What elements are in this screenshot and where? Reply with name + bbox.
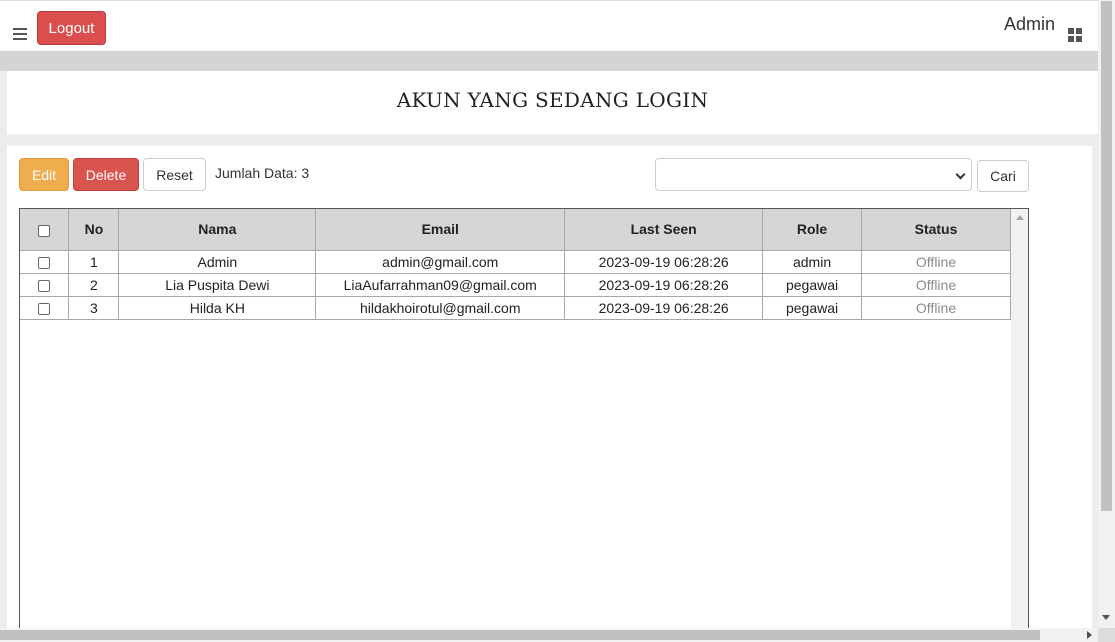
page-horizontal-scrollbar[interactable] — [0, 628, 1098, 642]
reset-button[interactable]: Reset — [143, 158, 206, 191]
cell-role: pegawai — [762, 295, 863, 320]
logout-button[interactable]: Logout — [37, 11, 106, 45]
column-header-status[interactable]: Status — [861, 209, 1011, 251]
row-select-cell — [20, 272, 70, 297]
title-panel: AKUN YANG SEDANG LOGIN — [7, 71, 1098, 134]
row-checkbox[interactable] — [38, 279, 51, 292]
cell-last-seen: 2023-09-19 06:28:26 — [564, 272, 764, 297]
table-row[interactable]: 1 Admin admin@gmail.com 2023-09-19 06:28… — [20, 249, 1011, 274]
cell-status: Offline — [861, 249, 1011, 274]
row-select-cell — [20, 295, 70, 320]
column-header-no[interactable]: No — [68, 209, 120, 251]
search-button[interactable]: Cari — [977, 160, 1029, 192]
table-header-row: No Nama Email Last Seen Role Status — [20, 209, 1011, 251]
cell-no: 2 — [68, 272, 120, 297]
table-row[interactable]: 2 Lia Puspita Dewi LiaAufarrahman09@gmai… — [20, 272, 1011, 297]
row-checkbox[interactable] — [38, 302, 51, 315]
data-count: Jumlah Data: 3 — [215, 165, 310, 181]
top-bar: Logout Admin — [0, 0, 1098, 51]
cell-status: Offline — [861, 295, 1011, 320]
edit-button[interactable]: Edit — [19, 158, 69, 191]
cell-role: pegawai — [762, 272, 863, 297]
select-all-cell — [20, 209, 70, 251]
scroll-up-icon[interactable] — [1016, 215, 1024, 220]
select-all-checkbox[interactable] — [38, 224, 51, 237]
cell-role: admin — [762, 249, 863, 274]
cell-no: 3 — [68, 295, 120, 320]
cell-email: admin@gmail.com — [315, 249, 566, 274]
cell-nama: Lia Puspita Dewi — [118, 272, 317, 297]
horizontal-scroll-thumb[interactable] — [0, 630, 1040, 640]
cell-status: Offline — [861, 272, 1011, 297]
search-select[interactable] — [655, 158, 972, 191]
row-select-cell — [20, 249, 70, 274]
user-name[interactable]: Admin — [1004, 14, 1055, 35]
table-row[interactable]: 3 Hilda KH hildakhoirotul@gmail.com 2023… — [20, 295, 1011, 320]
user-table: No Nama Email Last Seen Role Status 1 Ad… — [19, 208, 1029, 642]
cell-nama: Admin — [118, 249, 317, 274]
page-title: AKUN YANG SEDANG LOGIN — [396, 88, 709, 112]
cell-last-seen: 2023-09-19 06:28:26 — [564, 249, 764, 274]
scroll-down-icon[interactable] — [1102, 615, 1110, 620]
cell-no: 1 — [68, 249, 120, 274]
cell-last-seen: 2023-09-19 06:28:26 — [564, 295, 764, 320]
column-header-role[interactable]: Role — [762, 209, 863, 251]
grid-icon[interactable] — [1068, 28, 1082, 42]
page-vertical-scrollbar[interactable] — [1098, 0, 1115, 628]
column-header-email[interactable]: Email — [315, 209, 566, 251]
scrollbar-corner — [1098, 628, 1115, 642]
column-header-last-seen[interactable]: Last Seen — [564, 209, 764, 251]
cell-email: LiaAufarrahman09@gmail.com — [315, 272, 566, 297]
cell-email: hildakhoirotul@gmail.com — [315, 295, 566, 320]
vertical-scroll-thumb[interactable] — [1101, 1, 1112, 511]
delete-button[interactable]: Delete — [73, 158, 139, 191]
row-checkbox[interactable] — [38, 256, 51, 269]
table-scrollbar[interactable] — [1011, 209, 1028, 642]
column-header-nama[interactable]: Nama — [118, 209, 317, 251]
scroll-right-icon[interactable] — [1087, 631, 1092, 639]
header-divider — [0, 51, 1098, 71]
cell-nama: Hilda KH — [118, 295, 317, 320]
hamburger-icon[interactable] — [13, 28, 27, 42]
